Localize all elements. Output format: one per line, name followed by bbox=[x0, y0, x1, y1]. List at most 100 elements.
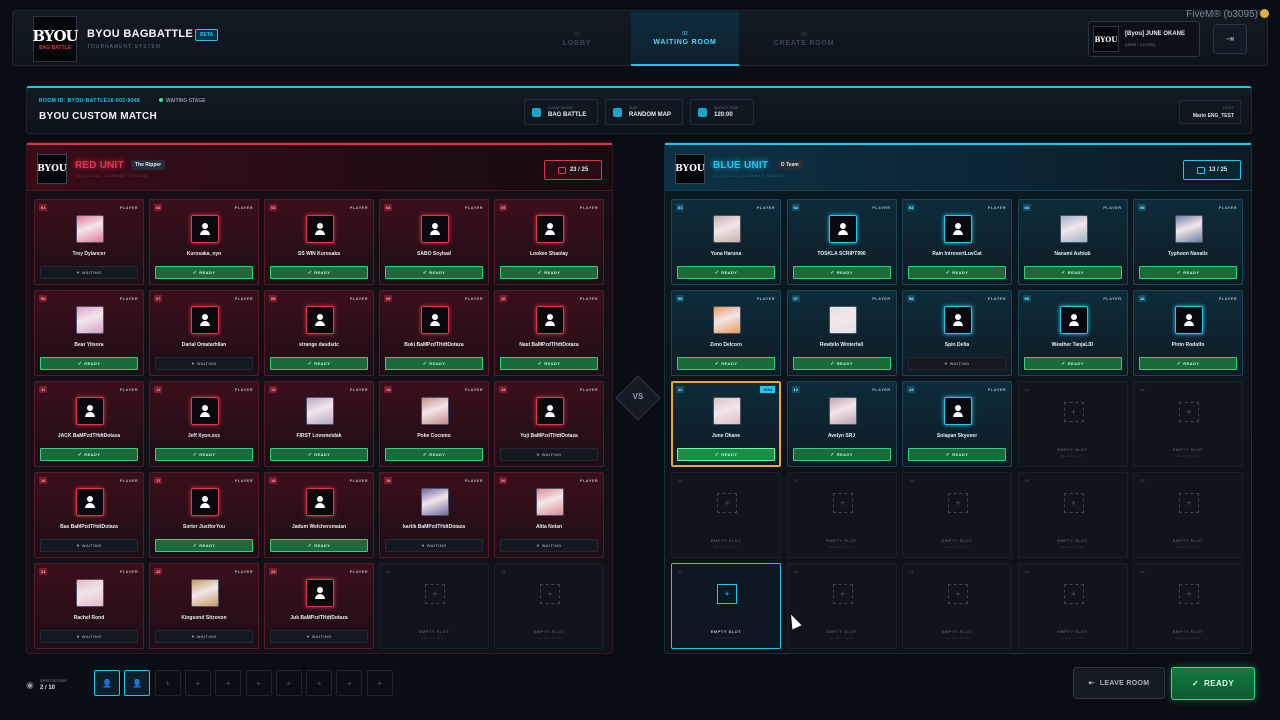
empty-slot[interactable]: 23 + EMPTY SLOT SELECT SLOT bbox=[902, 563, 1012, 649]
player-slot[interactable]: 06 PLAYER Zeno Delcoro ✓ READY bbox=[671, 290, 781, 376]
status-badge: ● WAITING bbox=[40, 539, 138, 552]
player-slot[interactable]: 13 PLAYER Solapan Skyover ✓ READY bbox=[902, 381, 1012, 467]
avatar bbox=[421, 306, 449, 334]
player-slot[interactable]: 01 PLAYER Yuna Haruna ✓ READY bbox=[671, 199, 781, 285]
empty-slot[interactable]: 15 + EMPTY SLOT SELECT SLOT bbox=[1133, 381, 1243, 467]
clock-icon: ● bbox=[76, 269, 80, 276]
user-icon bbox=[199, 223, 211, 235]
spectator-slot-empty[interactable]: + bbox=[306, 670, 333, 696]
spectator-slot-empty[interactable]: + bbox=[245, 670, 272, 696]
spectator-slot-filled[interactable]: 👤 bbox=[124, 670, 151, 696]
spectator-slot-empty[interactable]: + bbox=[154, 670, 181, 696]
slot-number: 20 bbox=[499, 477, 508, 484]
role-label: PLAYER bbox=[1103, 205, 1122, 210]
player-slot[interactable]: 21 PLAYER Rachel Rond ● WAITING bbox=[34, 563, 144, 649]
player-slot[interactable]: 12 PLAYER Avelyn SRJ ✓ READY bbox=[786, 381, 897, 467]
add-icon: + bbox=[948, 584, 968, 604]
add-icon: + bbox=[832, 584, 853, 604]
user-name: [Byou] JUNE OKANE bbox=[1125, 31, 1186, 37]
empty-slot[interactable]: 14 + EMPTY SLOT SELECT SLOT bbox=[1017, 381, 1128, 467]
player-slot[interactable]: 03 PLAYER SS WIN Kurosaka ✓ READY bbox=[264, 199, 374, 285]
player-slot[interactable]: 07 PLAYER Darial Omatarhilan ● WAITING bbox=[149, 290, 259, 376]
player-slot[interactable]: 10 PLAYER Nast BaMPzdTHdtDotaza ✓ READY bbox=[494, 290, 604, 376]
player-slot[interactable]: 19 PLAYER kartik BaMPzdTHdtDotaza ● WAITING bbox=[379, 472, 489, 558]
empty-slot[interactable]: 18 + EMPTY SLOT SELECT SLOT bbox=[902, 472, 1012, 558]
player-slot[interactable]: 23 PLAYER Juk BaMPzdTHdtDotaza ● WAITING bbox=[264, 563, 374, 649]
player-slot[interactable]: 02 PLAYER TOSKLA SCRIPT990 ✓ READY bbox=[786, 199, 897, 285]
player-slot[interactable]: 12 PLAYER Jeff Xyon.xxx ✓ READY bbox=[149, 381, 259, 467]
status-badge: ✓ READY bbox=[1139, 266, 1237, 279]
tab-create-room[interactable]: 03 CREATE ROOM bbox=[750, 12, 858, 66]
player-name: Juk BaMPzdTHdtDotaza bbox=[290, 615, 348, 621]
user-profile[interactable]: BYOU [Byou] JUNE OKANE #3099 · CITIZEN bbox=[1088, 21, 1200, 57]
player-slot[interactable]: 06 PLAYER Bear Yitsora ✓ READY bbox=[34, 290, 144, 376]
player-slot[interactable]: 08 PLAYER Spin Delta ● WAITING bbox=[902, 290, 1012, 376]
player-slot[interactable]: 08 PLAYER strange dasdsdc ✓ READY bbox=[264, 290, 374, 376]
player-slot[interactable]: 13 PLAYER FIRST Lovemetdak ✓ READY bbox=[264, 381, 374, 467]
slot-number: 13 bbox=[269, 386, 278, 393]
avatar bbox=[306, 579, 334, 607]
player-slot[interactable]: 04 PLAYER Nanami Ashiub ✓ READY bbox=[1017, 199, 1128, 285]
player-slot[interactable]: 14 PLAYER Poke Cocomo ✓ READY bbox=[379, 381, 489, 467]
check-icon: ✓ bbox=[945, 269, 951, 276]
empty-slot[interactable]: 25 + EMPTY SLOT SELECT SLOT bbox=[1133, 563, 1243, 649]
select-slot-label: SELECT SLOT bbox=[536, 636, 562, 640]
spectator-slot-empty[interactable]: + bbox=[275, 670, 302, 696]
spectator-slot-filled[interactable]: 👤 bbox=[94, 670, 120, 696]
player-slot[interactable]: 17 PLAYER Sorter JustforYou ✓ READY bbox=[149, 472, 259, 558]
slot-number: 04 bbox=[1022, 204, 1031, 211]
empty-slot[interactable]: 24 + EMPTY SLOT SELECT SLOT bbox=[379, 563, 489, 649]
empty-slot[interactable]: 22 + EMPTY SLOT SELECT SLOT bbox=[786, 563, 897, 649]
role-label: PLAYER bbox=[872, 387, 891, 392]
status-badge: ✓ READY bbox=[40, 448, 138, 461]
player-slot[interactable]: 01 PLAYER Troy Dylancer ● WAITING bbox=[34, 199, 144, 285]
player-slot[interactable]: 22 PLAYER Kingsond Sitzovon ● WAITING bbox=[149, 563, 259, 649]
player-slot[interactable]: 18 PLAYER Jadum Welchersmaian ✓ READY bbox=[264, 472, 374, 558]
player-slot[interactable]: 11 YOU June Okane ✓ READY bbox=[671, 381, 781, 467]
empty-slot[interactable]: 25 + EMPTY SLOT SELECT SLOT bbox=[494, 563, 604, 649]
team-tag: The Ripper bbox=[131, 160, 166, 170]
player-slot[interactable]: 15 PLAYER Yuji BaMPzdTHdtDotaza ● WAITING bbox=[494, 381, 604, 467]
player-slot[interactable]: 03 PLAYER Rain IntrovertLuvCat ✓ READY bbox=[902, 199, 1012, 285]
user-icon bbox=[837, 223, 849, 235]
empty-slot[interactable]: 20 + EMPTY SLOT SELECT SLOT bbox=[1133, 472, 1243, 558]
slot-number: 02 bbox=[154, 204, 163, 211]
slot-number: 17 bbox=[154, 477, 163, 484]
team-tag: D Team bbox=[777, 160, 803, 170]
player-slot[interactable]: 20 PLAYER Alita Nolan ● WAITING bbox=[494, 472, 604, 558]
player-slot[interactable]: 16 PLAYER Bas BaMPzdTHdtDotaza ● WAITING bbox=[34, 472, 144, 558]
empty-slot[interactable]: 19 + EMPTY SLOT SELECT SLOT bbox=[1017, 472, 1128, 558]
avatar bbox=[76, 397, 104, 425]
empty-slot[interactable]: 17 + EMPTY SLOT SELECT SLOT bbox=[786, 472, 897, 558]
empty-slot[interactable]: 21 + EMPTY SLOT SELECT SLOT bbox=[671, 563, 781, 649]
status-label: WAITING bbox=[196, 361, 217, 366]
status-badge: ✓ READY bbox=[792, 448, 891, 461]
spectator-slot-empty[interactable]: + bbox=[366, 670, 393, 696]
spectator-slot-empty[interactable]: + bbox=[215, 670, 242, 696]
tab-lobby[interactable]: 01 LOBBY bbox=[523, 12, 631, 66]
empty-slot[interactable]: 16 + EMPTY SLOT SELECT SLOT bbox=[671, 472, 781, 558]
user-icon bbox=[1183, 314, 1195, 326]
chip-value: RANDOM MAP bbox=[629, 112, 671, 118]
player-slot[interactable]: 05 PLAYER Typhoon Navalix ✓ READY bbox=[1133, 199, 1243, 285]
player-slot[interactable]: 11 PLAYER JACK BaMPzdTHdtDotaza ✓ READY bbox=[34, 381, 144, 467]
leave-room-button[interactable]: ⇤ LEAVE ROOM bbox=[1073, 667, 1165, 699]
role-label: PLAYER bbox=[579, 387, 598, 392]
status-label: READY bbox=[952, 452, 969, 457]
tab-waiting-room[interactable]: 02 WAITING ROOM bbox=[631, 12, 739, 66]
empty-slot[interactable]: 24 + EMPTY SLOT SELECT SLOT bbox=[1017, 563, 1128, 649]
spectator-slot-empty[interactable]: + bbox=[336, 670, 363, 696]
spectator-slot-empty[interactable]: + bbox=[184, 670, 211, 696]
logout-button[interactable]: ⇥ bbox=[1213, 24, 1247, 54]
avatar bbox=[536, 397, 564, 425]
brand-logo-text: BYOU bbox=[32, 27, 78, 45]
player-slot[interactable]: 09 PLAYER Buki BaMPzdTHdtDotaza ✓ READY bbox=[379, 290, 489, 376]
player-slot[interactable]: 04 PLAYER SABO Soybad ✓ READY bbox=[379, 199, 489, 285]
player-slot[interactable]: 10 PLAYER Pinto Rodolfo ✓ READY bbox=[1133, 290, 1243, 376]
player-slot[interactable]: 09 PLAYER Weather TanjaLID ✓ READY bbox=[1017, 290, 1128, 376]
player-slot[interactable]: 05 PLAYER Lookee Shaolay ✓ READY bbox=[494, 199, 604, 285]
ready-button[interactable]: ✓ READY bbox=[1171, 667, 1255, 700]
status-label: READY bbox=[836, 270, 853, 275]
player-slot[interactable]: 02 PLAYER Kurosaka_oyo ✓ READY bbox=[149, 199, 259, 285]
player-slot[interactable]: 07 PLAYER Rewbilo Winterfall ✓ READY bbox=[786, 290, 897, 376]
